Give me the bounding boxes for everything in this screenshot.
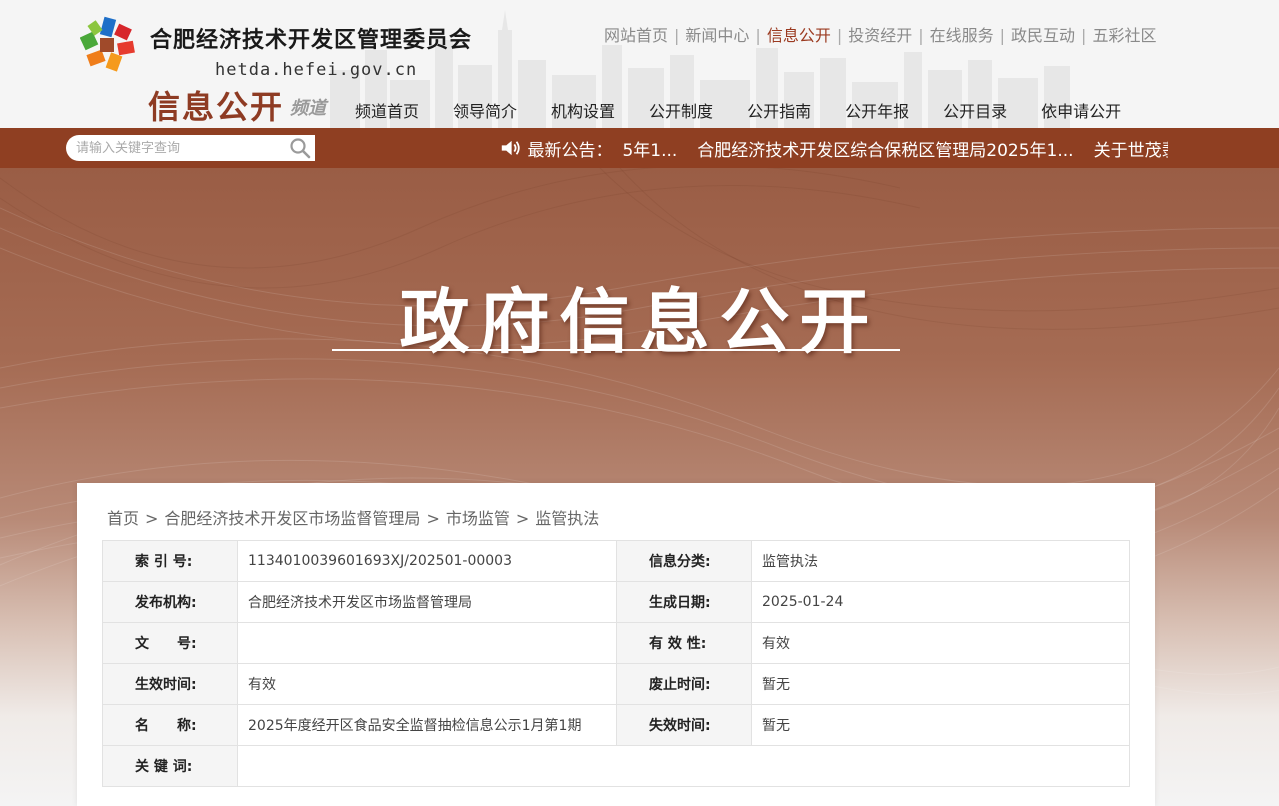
nav-leaders[interactable]: 领导简介	[453, 98, 517, 122]
field-value: 合肥经济技术开发区市场监督管理局	[237, 581, 617, 623]
breadcrumb-market-supervision[interactable]: 市场监管	[446, 509, 510, 528]
site-domain: hetda.hefei.gov.cn	[215, 60, 418, 80]
breadcrumb-home[interactable]: 首页	[107, 509, 139, 528]
field-value	[237, 622, 617, 664]
table-row: 索 引 号: 1134010039601693XJ/202501-00003 信…	[102, 540, 1130, 582]
main-nav: 频道首页 领导简介 机构设置 公开制度 公开指南 公开年报 公开目录 依申请公开	[355, 98, 1155, 122]
document-metadata-table: 索 引 号: 1134010039601693XJ/202501-00003 信…	[102, 540, 1130, 787]
separator: |	[836, 26, 843, 45]
separator: |	[999, 26, 1006, 45]
banner-underline	[332, 349, 900, 351]
field-label: 文 号:	[102, 622, 238, 664]
breadcrumb-separator: >	[426, 509, 440, 528]
table-row: 名 称: 2025年度经开区食品安全监督抽检信息公示1月第1期 失效时间: 暂无	[102, 704, 1130, 746]
top-link-community[interactable]: 五彩社区	[1092, 26, 1156, 45]
top-link-online-service[interactable]: 在线服务	[930, 26, 994, 45]
site-title: 合肥经济技术开发区管理委员会	[150, 28, 473, 53]
site-header: 合肥经济技术开发区管理委员会 hetda.hefei.gov.cn 信息公开 频…	[0, 0, 1279, 128]
speaker-icon	[501, 140, 520, 156]
field-value: 暂无	[751, 663, 1130, 705]
nav-request-disclosure[interactable]: 依申请公开	[1041, 98, 1121, 122]
field-value: 1134010039601693XJ/202501-00003	[237, 540, 617, 582]
content-card: 首页 > 合肥经济技术开发区市场监督管理局 > 市场监管 > 监管执法 索 引 号: 113…	[77, 483, 1155, 806]
channel-subtitle: 频道	[290, 98, 326, 119]
announcement-item[interactable]: 关于世茂翡翠府	[1094, 136, 1168, 161]
top-link-news[interactable]: 新闻中心	[685, 26, 749, 45]
field-label: 生成日期:	[616, 581, 752, 623]
top-link-interaction[interactable]: 政民互动	[1011, 26, 1075, 45]
field-label: 失效时间:	[616, 704, 752, 746]
field-value: 暂无	[751, 704, 1130, 746]
field-value: 有效	[751, 622, 1130, 664]
search-announcement-bar: 最新公告： 5年1... 合肥经济技术开发区综合保税区管理局2025年1... …	[0, 128, 1279, 168]
table-row: 关 键 词:	[102, 745, 1130, 787]
field-label: 废止时间:	[616, 663, 752, 705]
channel-title: 信息公开	[148, 88, 285, 126]
hetda-logo[interactable]	[80, 16, 138, 74]
breadcrumb: 首页 > 合肥经济技术开发区市场监督管理局 > 市场监管 > 监管执法	[107, 505, 599, 529]
table-row: 发布机构: 合肥经济技术开发区市场监督管理局 生成日期: 2025-01-24	[102, 581, 1130, 623]
table-row: 文 号: 有 效 性: 有效	[102, 622, 1130, 664]
nav-channel-home[interactable]: 频道首页	[355, 98, 419, 122]
field-label: 信息分类:	[616, 540, 752, 582]
search-input[interactable]	[66, 135, 276, 161]
separator: |	[674, 26, 680, 45]
field-label: 生效时间:	[102, 663, 238, 705]
field-value: 监管执法	[751, 540, 1130, 582]
search-box	[66, 135, 315, 161]
announcement-items: 5年1... 合肥经济技术开发区综合保税区管理局2025年1... 关于世茂翡翠…	[622, 136, 1168, 161]
field-label: 发布机构:	[102, 581, 238, 623]
top-links: 网站首页 | 新闻中心 | 信息公开 | 投资经开 | 在线服务 | 政民互动 | 五彩社区	[604, 22, 1156, 46]
table-row: 生效时间: 有效 废止时间: 暂无	[102, 663, 1130, 705]
field-value	[237, 745, 1130, 787]
nav-disclosure-guide[interactable]: 公开指南	[747, 98, 811, 122]
nav-annual-report[interactable]: 公开年报	[845, 98, 909, 122]
field-value: 2025年度经开区食品安全监督抽检信息公示1月第1期	[237, 704, 617, 746]
breadcrumb-enforcement[interactable]: 监管执法	[535, 509, 599, 528]
announcement-item[interactable]: 合肥经济技术开发区综合保税区管理局2025年1...	[697, 136, 1073, 161]
field-value: 有效	[237, 663, 617, 705]
announcement-label: 最新公告：	[527, 140, 613, 161]
top-link-home[interactable]: 网站首页	[604, 26, 668, 45]
separator: |	[755, 26, 761, 45]
breadcrumb-bureau[interactable]: 合肥经济技术开发区市场监督管理局	[164, 509, 420, 528]
announcement-ticker: 最新公告： 5年1... 合肥经济技术开发区综合保税区管理局2025年1... …	[500, 128, 1168, 168]
top-link-info-disclosure[interactable]: 信息公开	[767, 26, 831, 45]
announcement-item[interactable]: 5年1...	[622, 136, 677, 161]
breadcrumb-separator: >	[515, 509, 530, 528]
nav-disclosure-catalog[interactable]: 公开目录	[943, 98, 1007, 122]
field-label: 关 键 词:	[102, 745, 238, 787]
field-label: 名 称:	[102, 704, 238, 746]
nav-disclosure-system[interactable]: 公开制度	[649, 98, 713, 122]
breadcrumb-separator: >	[145, 509, 159, 528]
separator: |	[918, 26, 924, 45]
separator: |	[1081, 26, 1087, 45]
search-icon[interactable]	[289, 137, 311, 159]
field-value: 2025-01-24	[751, 581, 1130, 623]
nav-organization[interactable]: 机构设置	[551, 98, 615, 122]
field-label: 索 引 号:	[102, 540, 238, 582]
banner-title: 政府信息公开	[399, 281, 880, 363]
field-label: 有 效 性:	[616, 622, 752, 664]
top-link-investment[interactable]: 投资经开	[848, 26, 912, 45]
